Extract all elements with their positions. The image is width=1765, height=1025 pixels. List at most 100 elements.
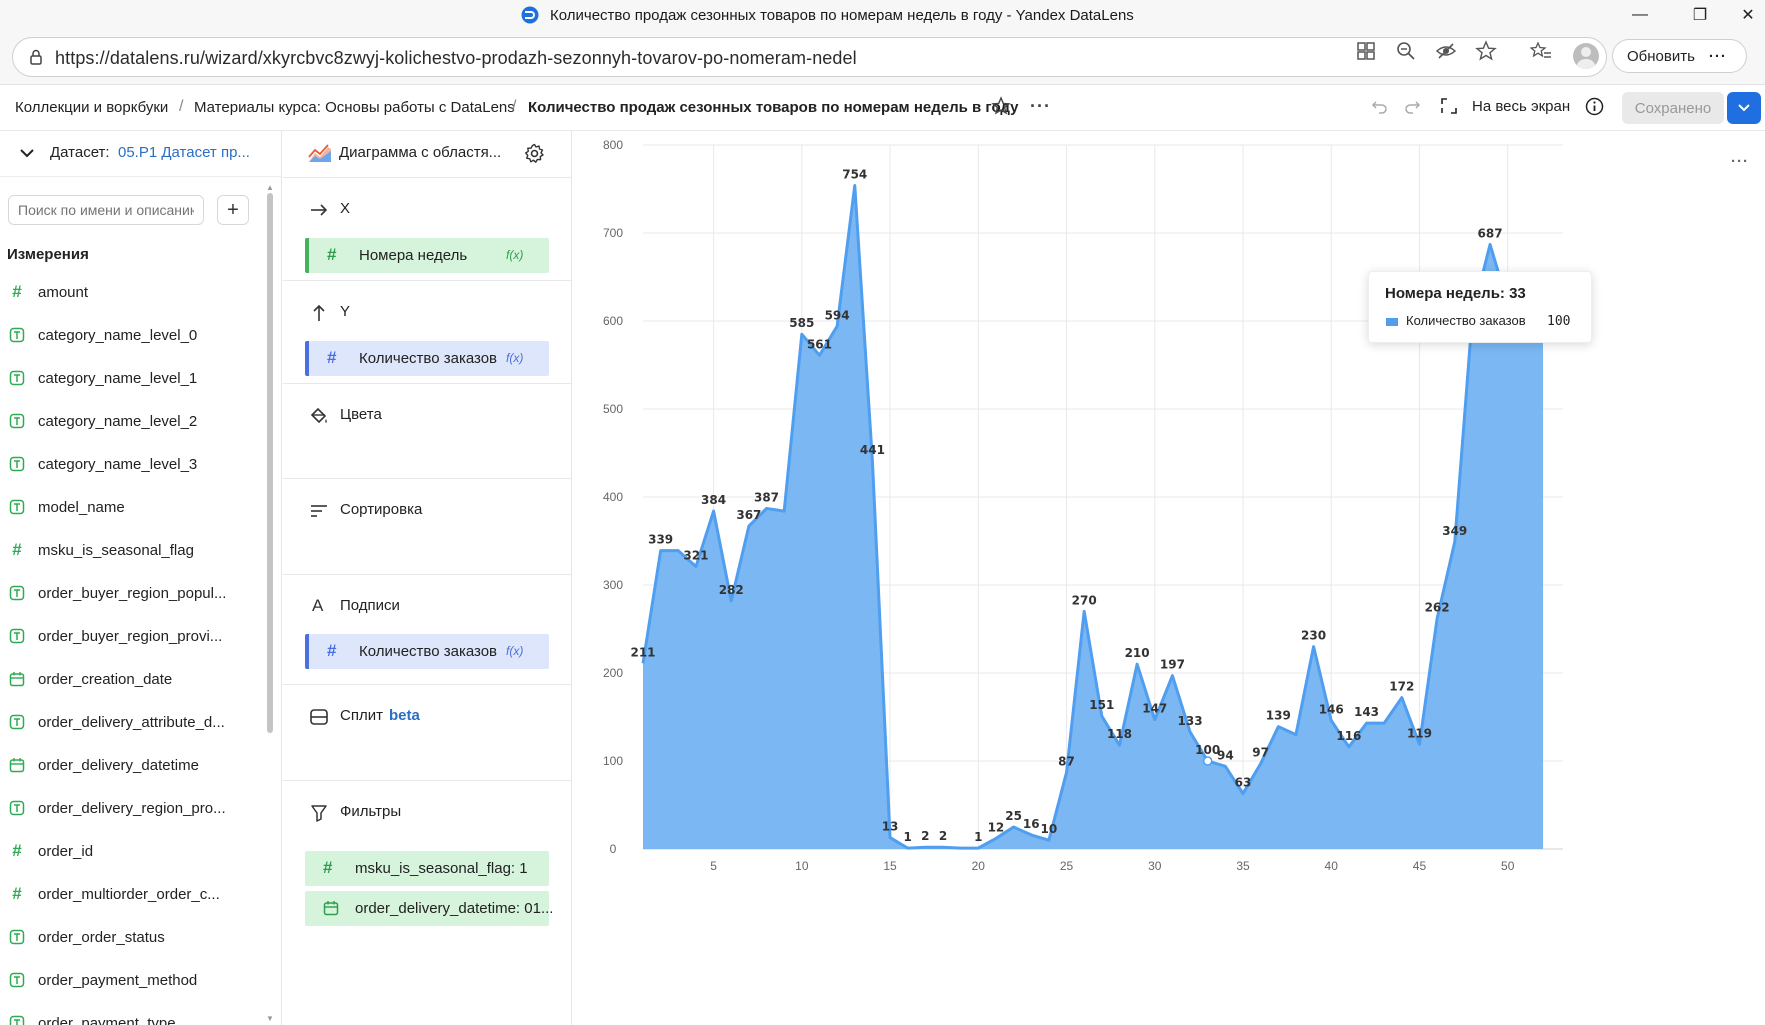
data-label: 2 <box>921 829 929 843</box>
y-tick-label: 700 <box>603 226 623 240</box>
data-label: 146 <box>1319 703 1344 717</box>
data-label: 10 <box>1041 822 1058 836</box>
add-field-button[interactable]: + <box>217 195 249 225</box>
favorite-star-icon[interactable] <box>1475 40 1497 62</box>
dataset-name[interactable]: 05.P1 Датасет пр... <box>118 144 250 161</box>
scrollbar-thumb[interactable] <box>267 193 273 733</box>
field-name: order_delivery_datetime <box>38 757 199 774</box>
number-type-icon: # <box>12 884 22 903</box>
y-tick-label: 400 <box>603 490 623 504</box>
field-item[interactable]: # order_multiorder_order_c... <box>0 874 262 917</box>
save-options-button[interactable] <box>1727 92 1761 124</box>
field-item[interactable]: order_buyer_region_popul... <box>0 573 262 616</box>
refresh-button[interactable]: Обновить ··· <box>1612 39 1747 73</box>
chart-type-name: Диаграмма с областя... <box>339 144 502 161</box>
data-label: 133 <box>1178 714 1203 728</box>
field-item[interactable]: category_name_level_2 <box>0 401 262 444</box>
sort-section[interactable]: Сортировка <box>283 478 572 574</box>
field-list-scrollbar[interactable]: ▲ ▼ <box>266 183 274 1023</box>
field-item[interactable]: order_delivery_attribute_d... <box>0 702 262 745</box>
x-axis-field-pill[interactable]: # Номера недель f(x) <box>305 238 549 273</box>
chart-area: 0 100 200 300 400 500 600 700 800 5 10 15 20 25 30 35 40… <box>573 131 1765 1025</box>
field-item[interactable]: model_name <box>0 487 262 530</box>
favorites-list-icon[interactable] <box>1530 40 1552 62</box>
fullscreen-icon[interactable] <box>1440 97 1458 115</box>
field-item[interactable]: # order_id <box>0 831 262 874</box>
text-type-icon <box>9 714 25 730</box>
field-name: category_name_level_0 <box>38 327 198 344</box>
redo-icon[interactable] <box>1403 97 1421 115</box>
field-item[interactable]: category_name_level_1 <box>0 358 262 401</box>
info-icon[interactable] <box>1585 97 1604 116</box>
data-label: 12 <box>988 820 1005 834</box>
tracking-prevention-icon[interactable] <box>1435 40 1457 62</box>
field-search-input[interactable] <box>8 195 204 225</box>
colors-section[interactable]: Цвета <box>283 383 572 478</box>
data-label: 339 <box>648 533 673 547</box>
data-label: 282 <box>719 583 744 597</box>
zoom-icon[interactable] <box>1395 40 1417 62</box>
field-item[interactable]: order_creation_date <box>0 659 262 702</box>
star-icon[interactable] <box>991 96 1011 116</box>
field-item[interactable]: category_name_level_3 <box>0 444 262 487</box>
filter-pill[interactable]: # msku_is_seasonal_flag: 1 <box>305 851 549 886</box>
split-title: Сплит beta <box>340 707 420 724</box>
field-name: category_name_level_3 <box>38 456 198 473</box>
field-item[interactable]: order_delivery_region_pro... <box>0 788 262 831</box>
formula-icon[interactable]: f(x) <box>506 248 523 262</box>
field-item[interactable]: order_order_status <box>0 917 262 960</box>
y-axis-title: Y <box>340 303 351 320</box>
save-button[interactable]: Сохранено <box>1622 92 1724 124</box>
data-label: 118 <box>1107 727 1132 741</box>
more-actions-icon[interactable]: ··· <box>1030 96 1051 117</box>
field-name: category_name_level_2 <box>38 413 198 430</box>
breadcrumb-collections[interactable]: Коллекции и воркбуки <box>15 99 168 116</box>
data-label: 384 <box>701 493 726 507</box>
field-item[interactable]: # msku_is_seasonal_flag <box>0 530 262 573</box>
area-chart-icon <box>308 144 331 162</box>
field-name: order_payment_type <box>38 1015 176 1025</box>
area-chart[interactable]: 0 100 200 300 400 500 600 700 800 5 10 15 20 25 30 35 40… <box>573 131 1765 1025</box>
refresh-label: Обновить <box>1627 47 1695 65</box>
field-name: order_creation_date <box>38 671 173 688</box>
close-button[interactable]: ✕ <box>1728 2 1765 28</box>
field-item[interactable]: order_payment_method <box>0 960 262 1003</box>
x-tick-label: 5 <box>710 859 717 873</box>
y-axis-field-pill[interactable]: # Количество заказов f(x) <box>305 341 549 376</box>
breadcrumb-workbook[interactable]: Материалы курса: Основы работы с DataLen… <box>194 99 515 116</box>
maximize-button[interactable]: ❐ <box>1680 2 1720 28</box>
chart-menu-icon[interactable]: ··· <box>1731 153 1749 170</box>
data-label: 139 <box>1266 709 1291 723</box>
scroll-down-icon[interactable]: ▼ <box>266 1014 274 1023</box>
apps-icon[interactable] <box>1355 40 1377 62</box>
undo-icon[interactable] <box>1371 97 1389 115</box>
scroll-up-icon[interactable]: ▲ <box>266 183 274 192</box>
number-type-icon: # <box>12 841 22 860</box>
field-item[interactable]: order_payment_type <box>0 1003 262 1025</box>
data-label: 63 <box>1235 776 1252 790</box>
chart-type-selector[interactable]: Диаграмма с областя... <box>283 131 572 177</box>
profile-avatar[interactable] <box>1573 43 1599 69</box>
gear-icon[interactable] <box>524 143 545 164</box>
text-type-icon <box>9 929 25 945</box>
labels-field-pill[interactable]: # Количество заказов f(x) <box>305 634 549 669</box>
browser-more-icon[interactable]: ··· <box>1709 48 1727 65</box>
field-item[interactable]: order_buyer_region_provi... <box>0 616 262 659</box>
formula-icon[interactable]: f(x) <box>506 644 523 658</box>
chevron-down-icon[interactable] <box>18 144 36 162</box>
dataset-selector[interactable]: Датасет: 05.P1 Датасет пр... <box>0 131 281 177</box>
field-item[interactable]: order_delivery_datetime <box>0 745 262 788</box>
filter-pill[interactable]: order_delivery_datetime: 01... <box>305 891 553 926</box>
data-label: 441 <box>860 443 885 457</box>
fullscreen-button[interactable]: На весь экран <box>1472 98 1570 115</box>
data-label: 210 <box>1125 646 1150 660</box>
split-section[interactable]: Сплит beta <box>283 684 572 780</box>
formula-icon[interactable]: f(x) <box>506 351 523 365</box>
field-item[interactable]: category_name_level_0 <box>0 315 262 358</box>
minimize-button[interactable]: — <box>1620 2 1660 28</box>
field-item[interactable]: # amount <box>0 272 262 315</box>
calendar-icon <box>323 901 339 916</box>
number-type-icon: # <box>327 641 337 660</box>
y-axis-section: Y # Количество заказов f(x) <box>283 280 572 383</box>
visualization-panel: Диаграмма с областя... X # Номера недель… <box>283 131 572 1025</box>
